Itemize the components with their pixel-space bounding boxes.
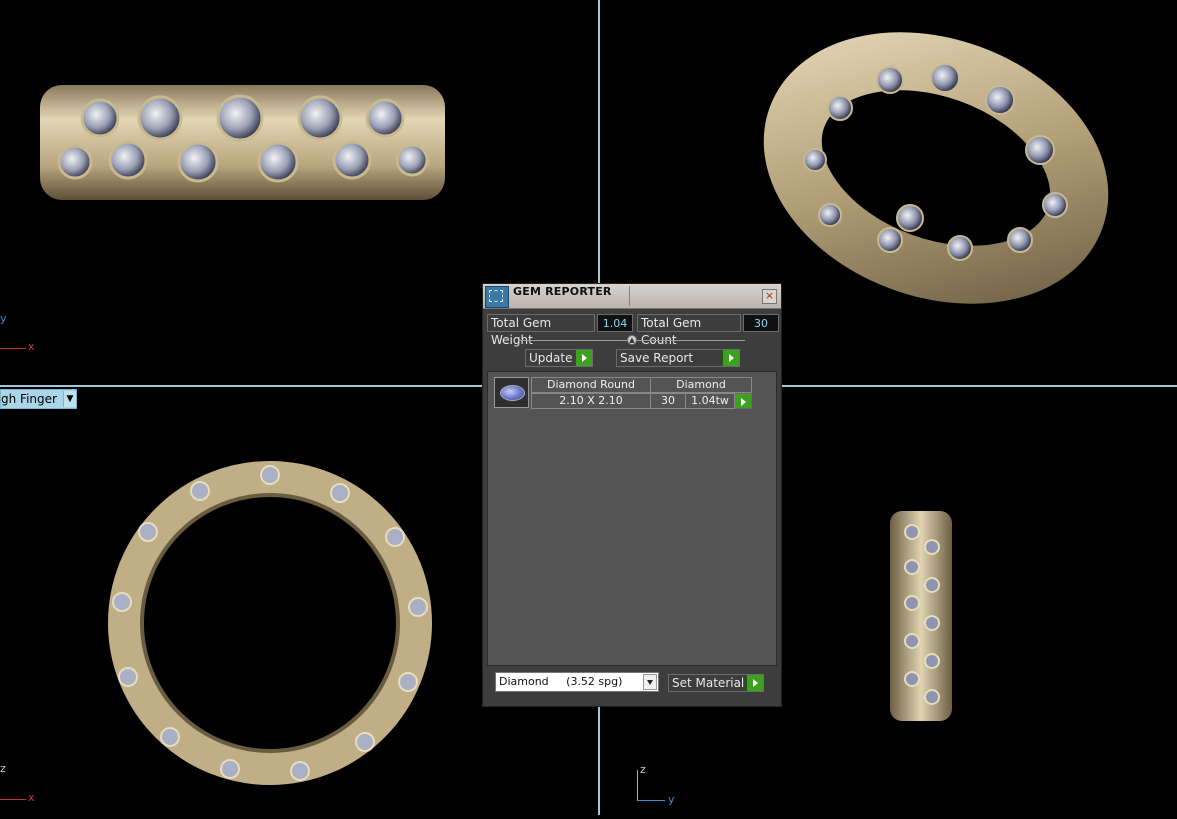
gem-count: 30 [650, 393, 686, 409]
panel-splitter-handle[interactable]: ▲ [627, 335, 637, 345]
gem-row-action-button[interactable] [735, 393, 752, 409]
play-icon [575, 350, 592, 366]
gem-material: Diamond [650, 377, 752, 393]
axis-x-line [0, 348, 26, 349]
chevron-down-icon[interactable]: ▼ [62, 391, 76, 407]
axis-label-x: x [28, 340, 35, 353]
total-count-value: 30 [743, 314, 779, 332]
material-select-value: Diamond (3.52 spg) [499, 675, 623, 688]
gem-weight: 1.04tw [685, 393, 735, 409]
axis-label-y: y [668, 793, 675, 806]
viewport-view-dropdown-label: gh Finger [1, 392, 57, 406]
axis-label-x: x [28, 791, 35, 804]
total-weight-label: Total Gem Weight [487, 314, 595, 347]
play-icon [735, 394, 751, 408]
set-material-button-label: Set Material [672, 676, 745, 690]
axis-z-line [637, 770, 638, 800]
panel-title: GEM REPORTER [513, 285, 612, 298]
gem-reporter-panel: GEM REPORTER × Total Gem Weight 1.04 Tot… [482, 283, 782, 707]
material-select[interactable]: Diamond (3.52 spg) [495, 672, 659, 692]
axis-y-line [637, 800, 665, 801]
gem-list[interactable]: Diamond Round Diamond 2.10 X 2.10 30 1.0… [487, 371, 777, 666]
total-weight-value: 1.04 [597, 314, 633, 332]
gem-reporter-icon [485, 286, 509, 308]
save-report-button-label: Save Report [620, 351, 694, 365]
totals-row: Total Gem Weight 1.04 Total Gem Count 30 [487, 314, 779, 347]
gem-thumbnail-icon [494, 377, 529, 408]
panel-title-bar[interactable]: GEM REPORTER × [483, 284, 781, 309]
update-button-label: Update [529, 351, 573, 365]
title-separator [629, 286, 630, 306]
gem-size: 2.10 X 2.10 [531, 393, 651, 409]
save-report-button[interactable]: Save Report [616, 349, 740, 367]
axis-label-z: z [640, 763, 646, 776]
set-material-button[interactable]: Set Material [668, 674, 764, 692]
update-button[interactable]: Update [525, 349, 593, 367]
close-icon[interactable]: × [762, 289, 777, 304]
viewport-view-dropdown[interactable]: gh Finger ▼ [0, 389, 77, 409]
chevron-down-icon[interactable] [643, 674, 657, 690]
total-count-label: Total Gem Count [637, 314, 741, 347]
axis-label-z: z [0, 762, 6, 775]
axis-label-y: y [0, 312, 7, 325]
gem-shape: Diamond Round [531, 377, 651, 393]
play-icon [746, 675, 763, 691]
play-icon [722, 350, 739, 366]
axis-x-line [0, 799, 26, 800]
